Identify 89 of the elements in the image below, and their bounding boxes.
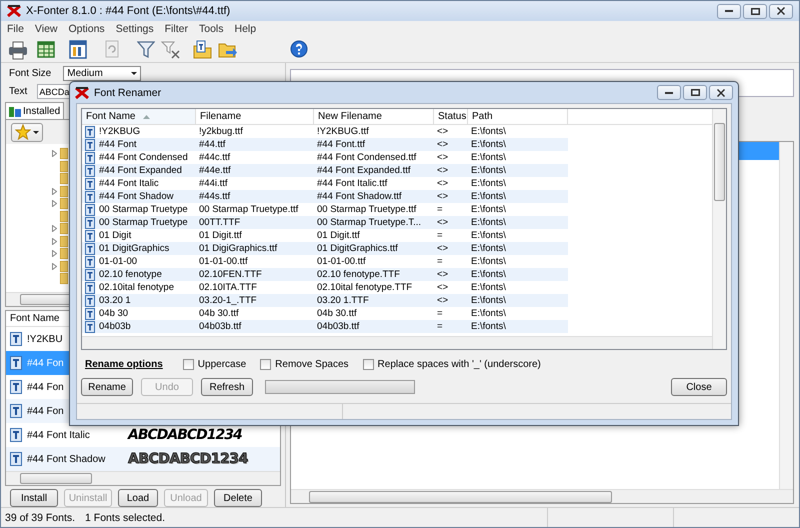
table-cell-text: 04b 30.ttf [316,307,358,320]
table-cell: E:\fonts\ [468,242,568,255]
table-cell: E:\fonts\ [468,320,568,333]
table-cell: E:\fonts\ [468,190,568,203]
table-cell: E:\fonts\ [468,294,568,307]
table-cell-text: <> [436,177,450,190]
table-cell: <> [434,138,468,151]
table-cell: 02.10 fenotype.TTF [314,268,434,281]
table-cell: E:\fonts\ [468,216,568,229]
table-cell-text: 02.10ital fenotype.TTF [316,281,414,294]
table-cell: 02.10FEN.TTF [196,268,314,281]
table-cell-text: 01-01-00.ttf [316,255,367,268]
table-cell: 04b03b.ttf [314,320,434,333]
table-cell: 00 Starmap Truetype [99,216,188,229]
table-cell-text: #44i.ttf [198,177,229,190]
table-cell: 04b03b.ttf [196,320,314,333]
table-cell-text: E:\fonts\ [470,177,507,190]
font-sample: ABCDABCD1234 [128,451,248,467]
table-cell: <> [434,216,468,229]
table-cell: 03.20 1.TTF [314,294,434,307]
table-cell: 03.20-1_.TTF [196,294,314,307]
table-cell-text: E:\fonts\ [470,203,507,216]
table-cell: E:\fonts\ [468,138,568,151]
table-cell-text: E:\fonts\ [470,125,507,138]
table-cell: 01 Digit [99,229,132,242]
table-cell: #44 Font Expanded [99,164,182,177]
table-cell-text: 01-01-00.ttf [198,255,249,268]
table-cell: 02.10ital fenotype [99,281,174,294]
table-cell: 04b03b [99,320,131,333]
table-cell-text: = [436,203,444,216]
table-cell-text: !Y2KBUG.ttf [316,125,370,138]
table-cell: #44s.ttf [196,190,314,203]
font-sample: ABCDABCD1234 [128,427,242,443]
table-cell-text: #44c.ttf [198,151,232,164]
table-cell-text: = [436,229,444,242]
dialog-title: Font Renamer [94,86,162,98]
table-cell: !Y2KBUG [99,125,140,138]
table-cell-text: <> [436,281,450,294]
table-cell: #44.ttf [196,138,314,151]
field-label: Text [8,86,28,97]
table-cell: #44 Font Expanded.ttf [314,164,434,177]
table-cell-text: <> [436,151,450,164]
table-cell: 01-01-00 [99,255,138,268]
table-cell: <> [434,268,468,281]
table-cell-text: <> [436,125,450,138]
table-cell-text: !y2kbug.ttf [198,125,244,138]
table-cell-text: #44 Font Condensed.ttf [316,151,418,164]
table-cell: <> [434,164,468,177]
table-cell-text: 00 Starmap Truetype.ttf [316,203,418,216]
table-cell-text: 01 Digit.ttf [316,229,361,242]
table-cell: 04b 30 [99,307,128,320]
table-cell: #44e.ttf [196,164,314,177]
table-cell: 03.20 1 [99,294,131,307]
table-cell-text: 01 Digit.ttf [198,229,243,242]
table-cell-text: E:\fonts\ [470,151,507,164]
table-cell: E:\fonts\ [468,268,568,281]
table-cell-text: E:\fonts\ [470,229,507,242]
table-cell: <> [434,190,468,203]
table-cell-text: 02.10ITA.TTF [198,281,258,294]
table-cell: 00 Starmap Truetype.T... [314,216,434,229]
table-cell: 00 Starmap Truetype [99,203,188,216]
table-cell: #44 Font Condensed [99,151,188,164]
status-text: 1 Fonts selected. [85,512,166,524]
options-label: Rename options [85,358,163,370]
table-cell: #44 Font Italic [99,177,159,190]
table-cell-text: = [436,255,444,268]
table-cell: <> [434,242,468,255]
table-cell: E:\fonts\ [468,164,568,177]
table-cell-text: 00 Starmap Truetype.ttf [198,203,300,216]
table-cell: #44 Font.ttf [314,138,434,151]
table-cell: 01 DigiGraphics.ttf [196,242,314,255]
field-label: Font Size [8,68,52,79]
table-cell-text: = [436,307,444,320]
table-cell: 00TT.TTF [196,216,314,229]
table-cell-text: 04b 30.ttf [198,307,240,320]
table-cell: 01 DigitGraphics [99,242,170,255]
table-cell: #44 Font [99,138,136,151]
status-text: 39 of 39 Fonts. [5,512,76,524]
window-title: X-Fonter 8.1.0 : #44 Font (E:\fonts\#44.ttf) [26,5,230,17]
table-cell: #44 Font Shadow.ttf [314,190,434,203]
table-cell: 02.10 fenotype [99,268,162,281]
table-cell: <> [434,294,468,307]
table-cell-text: #44 Font Italic.ttf [316,177,388,190]
table-cell: = [434,320,468,333]
table-cell: 01 DigitGraphics.ttf [314,242,434,255]
table-cell-text: E:\fonts\ [470,255,507,268]
table-cell-text: E:\fonts\ [470,307,507,320]
table-cell-text: E:\fonts\ [470,281,507,294]
table-cell: #44 Font Shadow [99,190,174,203]
